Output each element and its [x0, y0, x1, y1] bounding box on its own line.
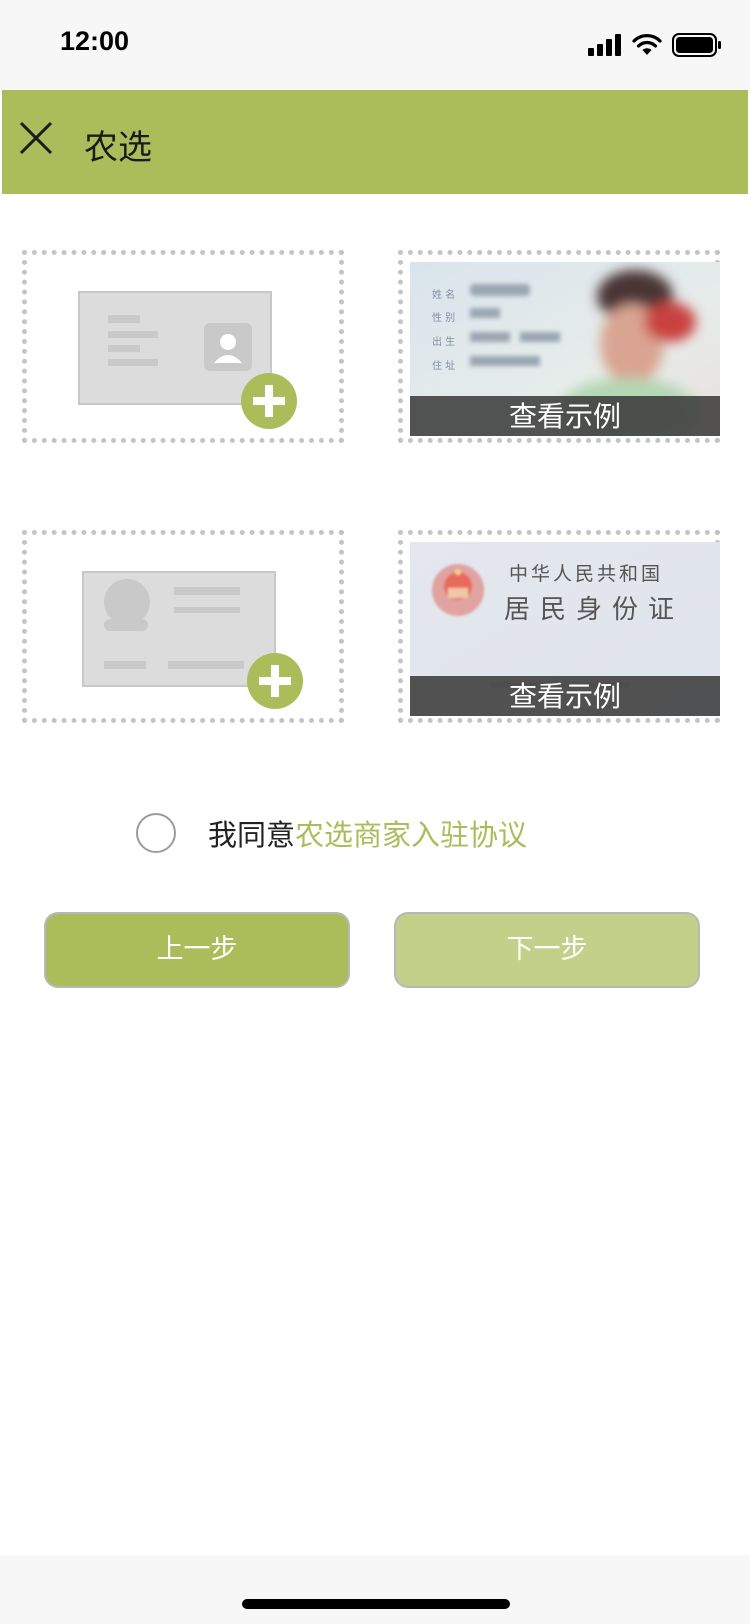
sample-front-box: 姓 名 性 别 出 生 住 址 查看示例: [398, 250, 720, 443]
status-bar: 12:00: [0, 0, 750, 90]
status-icons: [588, 30, 722, 60]
battery-icon: [672, 33, 721, 57]
svg-text:性 别: 性 别: [432, 311, 455, 324]
app-header: 农选: [2, 90, 748, 194]
agreement-row: 我同意 农选商家入驻协议: [136, 810, 527, 856]
upload-portrait-side-button[interactable]: [22, 250, 344, 443]
sample-front-image[interactable]: 姓 名 性 别 出 生 住 址 查看示例: [410, 262, 720, 436]
svg-text:中华人民共和国: 中华人民共和国: [509, 563, 663, 585]
svg-text:居民身份证: 居民身份证: [504, 595, 684, 625]
status-time: 12:00: [60, 26, 130, 56]
home-indicator[interactable]: [242, 1599, 510, 1609]
upload-emblem-side-button[interactable]: [22, 530, 344, 723]
close-button[interactable]: [18, 120, 54, 156]
svg-text:住 址: 住 址: [432, 359, 455, 372]
previous-step-button[interactable]: 上一步: [44, 912, 350, 988]
view-sample-button-front[interactable]: 查看示例: [410, 396, 720, 436]
agreement-radio[interactable]: [136, 813, 176, 853]
bottom-safe-area: [0, 1555, 750, 1624]
next-step-button[interactable]: 下一步: [394, 912, 700, 988]
sample-back-image[interactable]: 中华人民共和国 居民身份证 查看示例: [410, 542, 720, 716]
svg-text:姓 名: 姓 名: [432, 288, 455, 301]
agreement-prefix: 我同意: [208, 818, 296, 852]
view-sample-button-back[interactable]: 查看示例: [410, 676, 720, 716]
cellular-signal-icon: [588, 34, 621, 56]
person-icon: [214, 334, 242, 363]
wifi-icon: [632, 34, 662, 55]
id-card-back-placeholder: [82, 571, 276, 687]
add-plus-icon: [241, 373, 297, 429]
national-emblem-icon: [432, 564, 484, 616]
close-icon: [19, 121, 53, 155]
add-plus-icon: [247, 653, 303, 709]
agreement-link[interactable]: 农选商家入驻协议: [295, 812, 527, 854]
svg-text:出 生: 出 生: [432, 335, 455, 348]
sample-back-box: 中华人民共和国 居民身份证 查看示例: [398, 530, 720, 723]
page-title: 农选: [84, 128, 152, 168]
